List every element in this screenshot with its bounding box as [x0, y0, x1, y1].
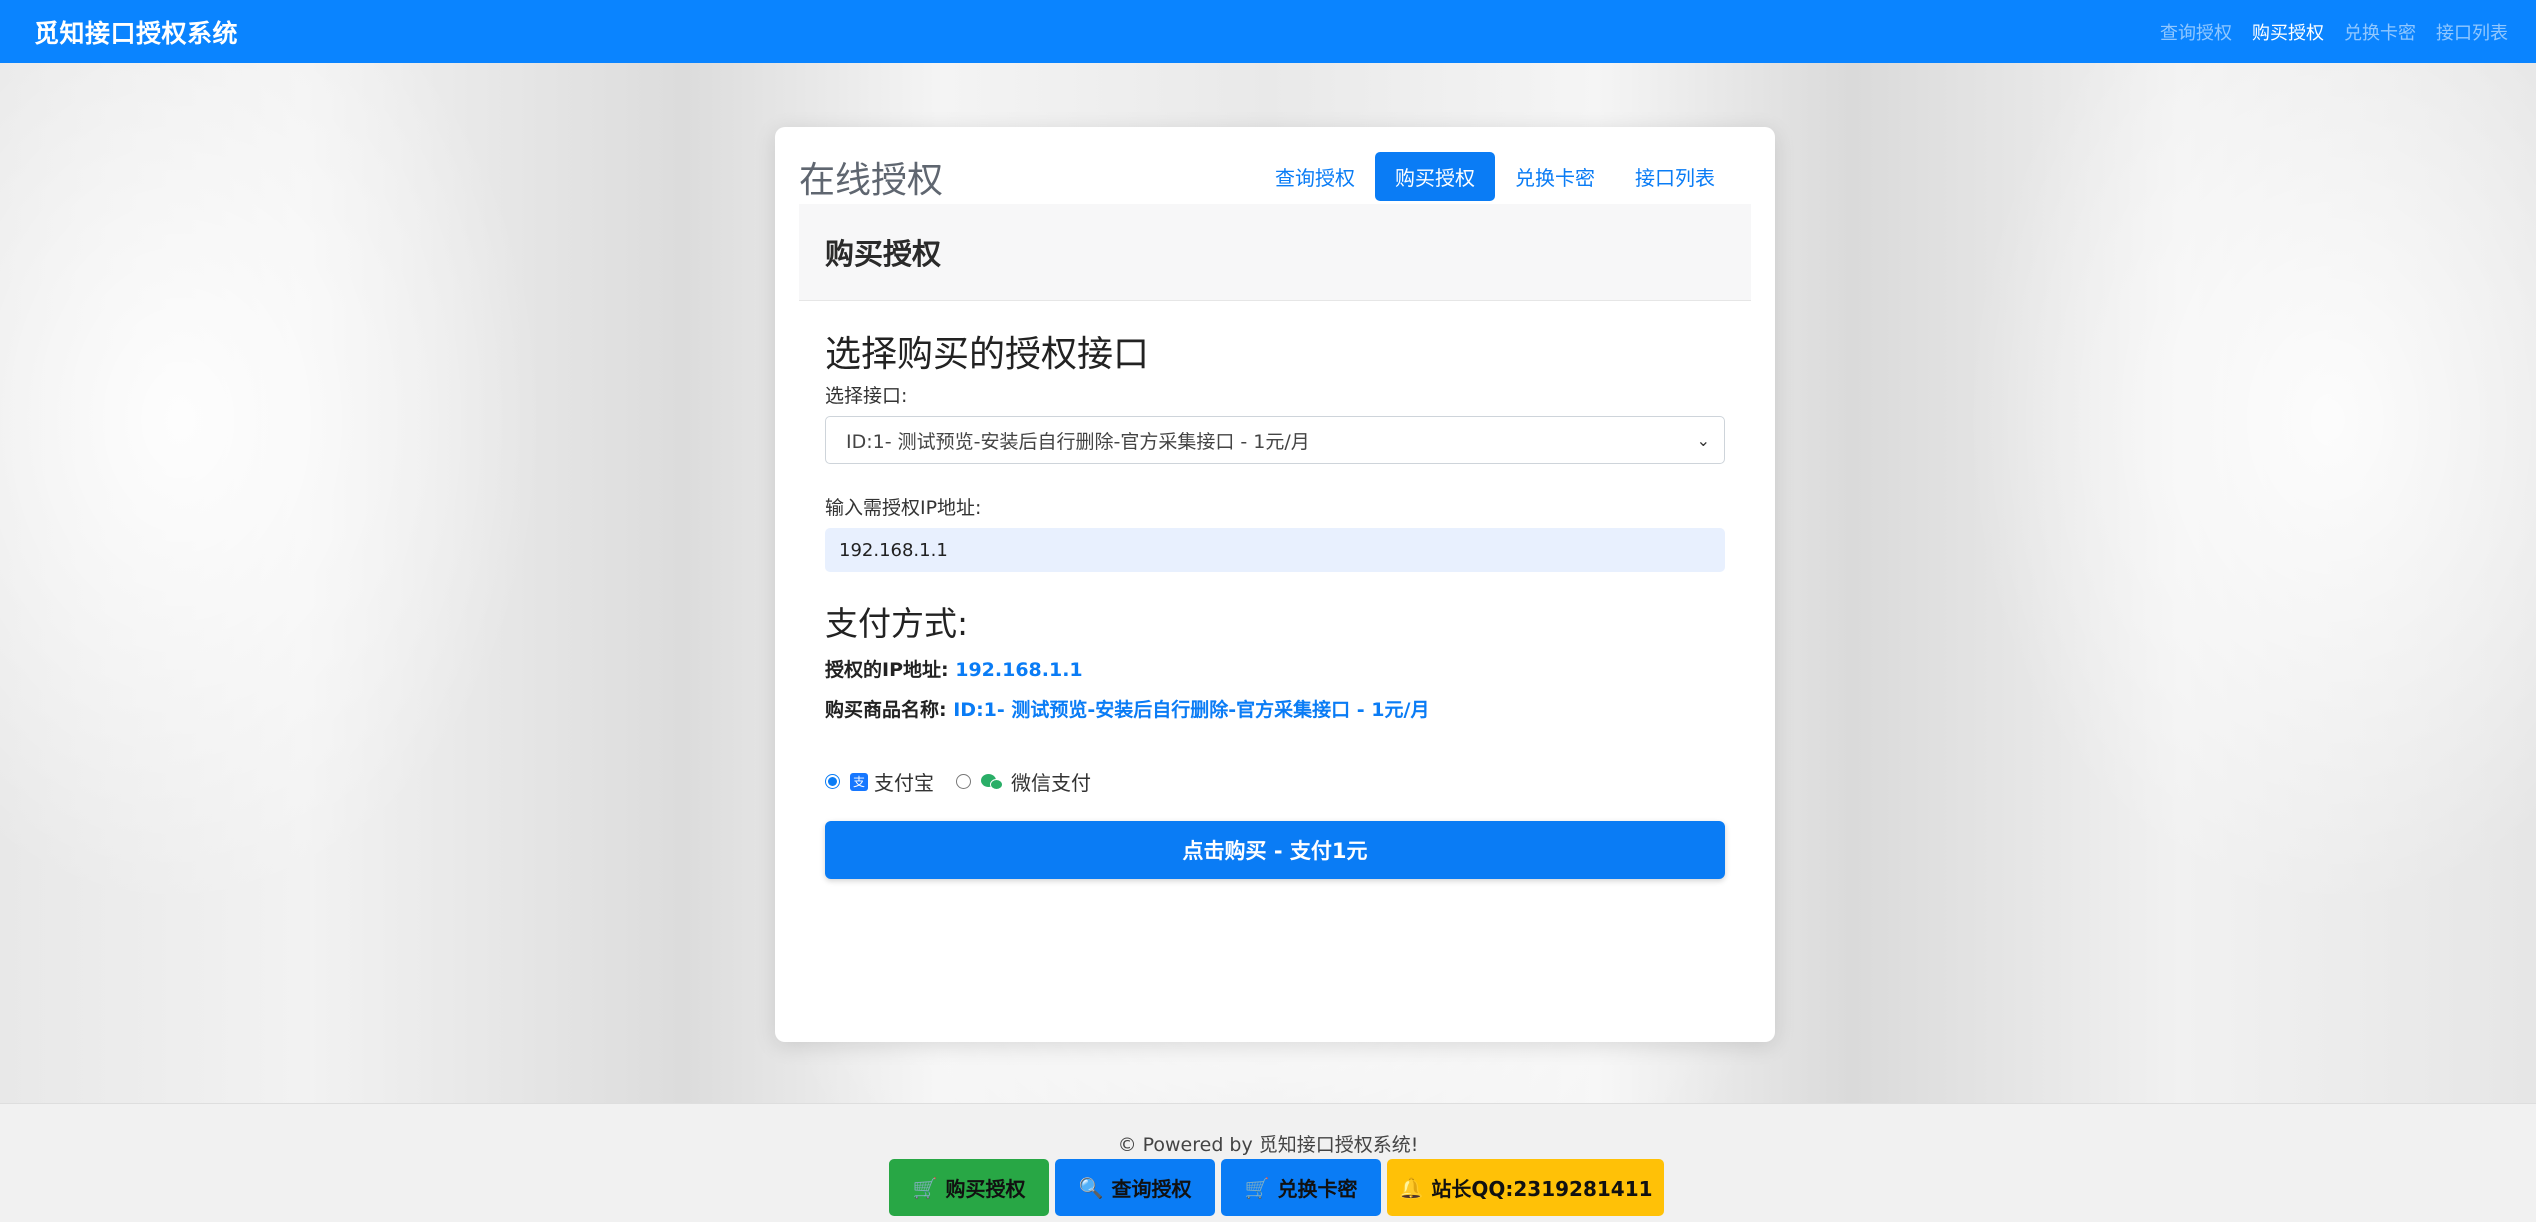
wechat-radio[interactable] — [956, 774, 971, 789]
product-info-label: 购买商品名称: — [825, 699, 947, 721]
top-navbar: 觅知接口授权系统 查询授权 购买授权 兑换卡密 接口列表 — [0, 0, 2536, 63]
tab-api-list[interactable]: 接口列表 — [1615, 152, 1735, 201]
ip-input[interactable] — [825, 528, 1725, 572]
search-icon: 🔍 — [1078, 1175, 1104, 1200]
footer-redeem-button[interactable]: 🛒 兑换卡密 — [1221, 1159, 1381, 1216]
alipay-icon: 支 — [850, 772, 868, 791]
footer-query-button[interactable]: 🔍 查询授权 — [1055, 1159, 1215, 1216]
footer-qq-label: 站长QQ:2319281411 — [1431, 1177, 1653, 1201]
tab-buy[interactable]: 购买授权 — [1375, 152, 1495, 201]
wechat-icon — [981, 772, 1005, 792]
topnav-redeem[interactable]: 兑换卡密 — [2344, 19, 2416, 45]
alipay-radio[interactable] — [825, 774, 840, 789]
tab-query[interactable]: 查询授权 — [1255, 152, 1375, 201]
product-info: 购买商品名称: ID:1- 测试预览-安装后自行删除-官方采集接口 - 1元/月 — [825, 695, 1429, 722]
footer-qq-button[interactable]: 🔔 站长QQ:2319281411 — [1387, 1159, 1664, 1216]
auth-card: 在线授权 查询授权 购买授权 兑换卡密 接口列表 购买授权 选择购买的授权接口 … — [775, 127, 1775, 1042]
topnav-query[interactable]: 查询授权 — [2160, 19, 2232, 45]
brand-title[interactable]: 觅知接口授权系统 — [34, 14, 238, 50]
footer-buy-label: 购买授权 — [945, 1177, 1026, 1201]
ip-label: 输入需授权IP地址: — [825, 497, 982, 519]
select-label: 选择接口: — [825, 385, 908, 407]
api-select[interactable]: ID:1- 测试预览-安装后自行删除-官方采集接口 - 1元/月 ⌄ — [825, 416, 1725, 464]
cart-icon: 🛒 — [912, 1175, 938, 1200]
api-select-value: ID:1- 测试预览-安装后自行删除-官方采集接口 - 1元/月 — [846, 430, 1310, 453]
buy-button[interactable]: 点击购买 - 支付1元 — [825, 821, 1725, 879]
payment-options: 支 支付宝 微信支付 — [825, 767, 1091, 796]
topnav-buy[interactable]: 购买授权 — [2252, 19, 2324, 45]
panel-title: 购买授权 — [799, 204, 1751, 301]
payment-section-title: 支付方式: — [825, 604, 969, 643]
ip-info-value: 192.168.1.1 — [955, 659, 1083, 681]
footer-buttons: 🛒 购买授权 🔍 查询授权 🛒 兑换卡密 🔔 站长QQ:2319281411 — [889, 1159, 1664, 1216]
cart-icon: 🛒 — [1244, 1175, 1270, 1200]
alipay-label[interactable]: 支付宝 — [874, 767, 934, 796]
wechat-label[interactable]: 微信支付 — [1011, 767, 1091, 796]
product-info-value: ID:1- 测试预览-安装后自行删除-官方采集接口 - 1元/月 — [953, 699, 1430, 721]
footer-buy-button[interactable]: 🛒 购买授权 — [889, 1159, 1049, 1216]
card-title: 在线授权 — [799, 160, 944, 201]
select-section-title: 选择购买的授权接口 — [825, 334, 1150, 375]
tab-redeem[interactable]: 兑换卡密 — [1495, 152, 1615, 201]
top-nav-links: 查询授权 购买授权 兑换卡密 接口列表 — [2160, 19, 2508, 45]
powered-by: © Powered by 觅知接口授权系统! — [1117, 1134, 1419, 1156]
chevron-down-icon: ⌄ — [1696, 430, 1710, 450]
footer-redeem-label: 兑换卡密 — [1277, 1177, 1358, 1201]
footer-query-label: 查询授权 — [1111, 1177, 1192, 1201]
ip-info: 授权的IP地址: 192.168.1.1 — [825, 655, 1083, 682]
topnav-api-list[interactable]: 接口列表 — [2436, 19, 2508, 45]
qq-icon: 🔔 — [1398, 1175, 1424, 1200]
ip-info-label: 授权的IP地址: — [825, 659, 949, 681]
card-tabs: 查询授权 购买授权 兑换卡密 接口列表 — [1255, 152, 1735, 201]
footer: © Powered by 觅知接口授权系统! 🛒 购买授权 🔍 查询授权 🛒 兑… — [0, 1103, 2536, 1222]
